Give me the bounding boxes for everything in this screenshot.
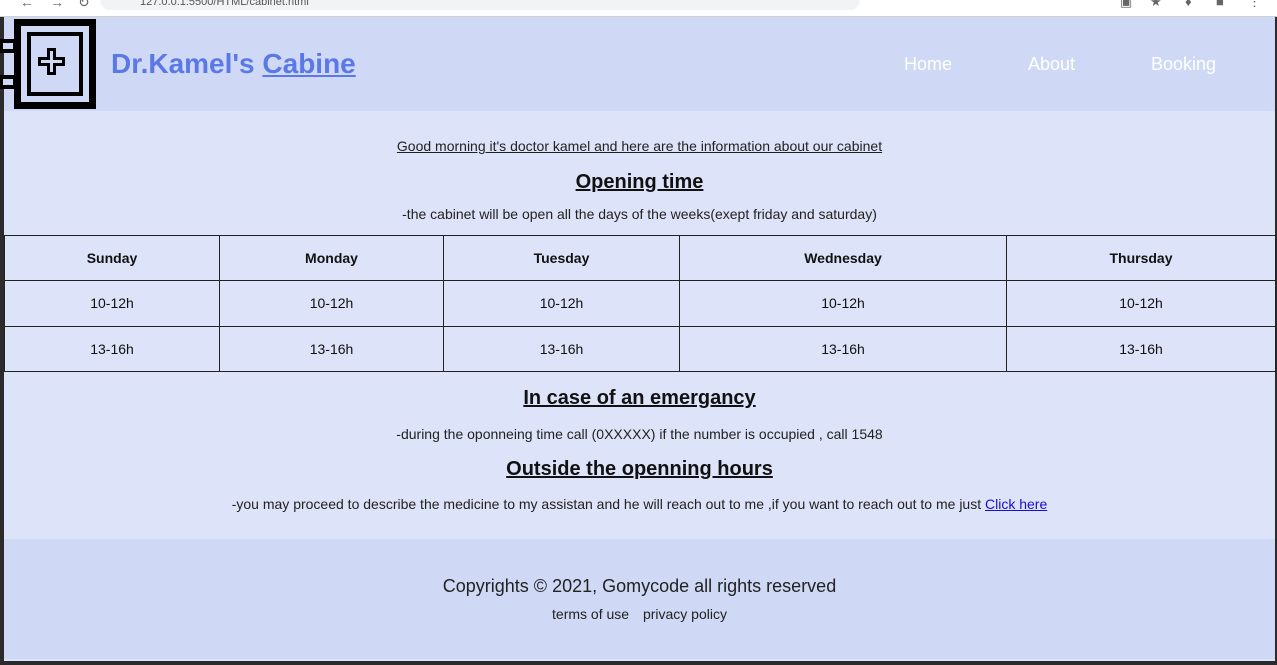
table-row-afternoon: 13-16h 13-16h 13-16h 13-16h 13-16h [4, 325, 1276, 373]
hours-cell: 10-12h [1006, 280, 1276, 327]
day-header: Monday [219, 234, 444, 282]
address-bar[interactable]: 127.0.0.1:5500/HTML/cabinet.html [100, 0, 860, 10]
day-header: Tuesday [443, 234, 680, 282]
nav-home-link[interactable]: Home [904, 54, 952, 75]
medical-cabinet-icon [0, 19, 96, 109]
hours-cell: 10-12h [679, 280, 1007, 327]
day-header: Thursday [1006, 234, 1276, 282]
translate-icon[interactable]: ▣ [1120, 0, 1132, 10]
brand-link[interactable]: Cabine [262, 48, 355, 79]
day-header: Wednesday [679, 234, 1007, 282]
outside-heading-container: Outside the openning hours [4, 458, 1275, 481]
copyright-text: Copyrights © 2021, Gomycode all rights r… [442, 576, 837, 596]
site-header: Dr.Kamel's Cabine Home About Booking [0, 17, 1275, 111]
hours-cell: 13-16h [443, 325, 680, 373]
site-footer: Copyrights © 2021, Gomycode all rights r… [4, 539, 1275, 659]
outside-heading: Outside the openning hours [506, 458, 773, 480]
emergency-text: -during the oponneing time call (0XXXXX)… [396, 426, 883, 442]
terms-link[interactable]: terms of use [552, 606, 629, 622]
opening-heading-container: Opening time [4, 171, 1275, 194]
hours-cell: 13-16h [679, 325, 1007, 373]
schedule-table: Sunday Monday Tuesday Wednesday Thursday… [4, 234, 1276, 373]
nav-about-link[interactable]: About [1028, 54, 1075, 75]
hours-cell: 13-16h [4, 325, 220, 373]
brand-name: Dr.Kamel's [111, 48, 255, 79]
page: Dr.Kamel's Cabine Home About Booking Goo… [0, 17, 1276, 661]
nav-booking-link[interactable]: Booking [1151, 54, 1216, 75]
outside-text: -you may proceed to describe the medicin… [231, 496, 985, 512]
hours-cell: 10-12h [443, 280, 680, 327]
profile-icon[interactable]: ■ [1216, 0, 1224, 9]
opening-heading: Opening time [575, 171, 704, 193]
footer-links: terms of use privacy policy [4, 606, 1275, 622]
back-icon[interactable]: ← [20, 0, 34, 10]
bookmark-star-icon[interactable]: ★ [1150, 0, 1162, 10]
emergency-heading-container: In case of an emergancy [4, 387, 1275, 410]
hours-cell: 10-12h [219, 280, 444, 327]
privacy-link[interactable]: privacy policy [643, 606, 727, 622]
outside-paragraph: -you may proceed to describe the medicin… [4, 496, 1275, 512]
intro-text[interactable]: Good morning it's doctor kamel and here … [397, 138, 882, 154]
schedule-header-row: Sunday Monday Tuesday Wednesday Thursday [4, 234, 1276, 282]
hours-cell: 13-16h [219, 325, 444, 373]
forward-icon[interactable]: → [50, 0, 64, 10]
site-brand: Dr.Kamel's Cabine [111, 48, 356, 80]
reload-icon[interactable]: ↻ [78, 0, 90, 11]
menu-icon[interactable]: ⋮ [1248, 0, 1261, 10]
opening-text: -the cabinet will be open all the days o… [402, 206, 877, 222]
click-here-link[interactable]: Click here [985, 496, 1047, 512]
hours-cell: 13-16h [1006, 325, 1276, 373]
day-header: Sunday [4, 234, 220, 282]
table-row-morning: 10-12h 10-12h 10-12h 10-12h 10-12h [4, 280, 1276, 327]
extensions-icon[interactable]: ♦ [1185, 0, 1192, 9]
browser-toolbar: ← → ↻ 127.0.0.1:5500/HTML/cabinet.html ▣… [0, 0, 1277, 17]
intro-text-container: Good morning it's doctor kamel and here … [4, 138, 1275, 154]
emergency-heading: In case of an emergancy [523, 387, 756, 409]
hours-cell: 10-12h [4, 280, 220, 327]
